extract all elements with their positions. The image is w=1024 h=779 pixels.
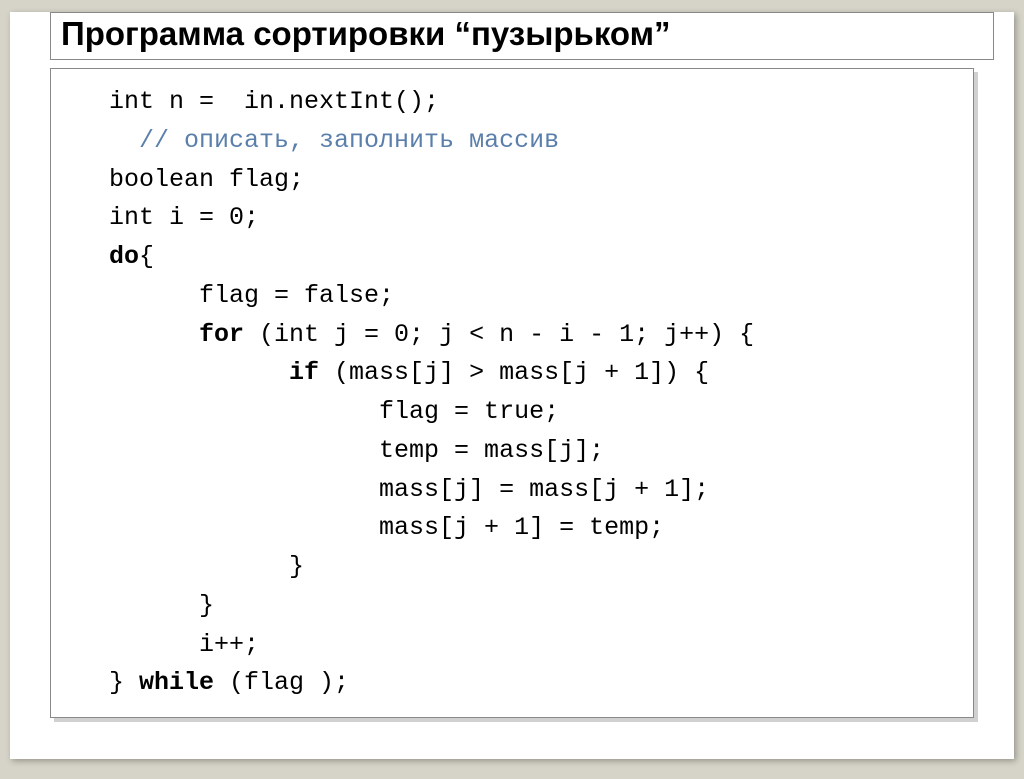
code-line-16a: } — [109, 668, 139, 697]
code-line-7a — [109, 320, 199, 349]
code-line-6: flag = false; — [109, 281, 394, 310]
code-line-13: } — [109, 552, 304, 581]
code-line-11: mass[j] = mass[j + 1]; — [109, 475, 709, 504]
code-block: int n = in.nextInt(); // описать, заполн… — [109, 83, 953, 703]
code-comment: // описать, заполнить массив — [139, 126, 559, 155]
keyword-if: if — [289, 358, 319, 387]
code-box: int n = in.nextInt(); // описать, заполн… — [50, 68, 974, 718]
code-line-7c: (int j = 0; j < n - i - 1; j++) { — [244, 320, 754, 349]
code-line-1: int n = in.nextInt(); — [109, 87, 439, 116]
code-line-16c: (flag ); — [214, 668, 349, 697]
code-line-9: flag = true; — [109, 397, 559, 426]
slide-title: Программа сортировки “пузырьком” — [61, 15, 983, 53]
keyword-do: do — [109, 242, 139, 271]
code-line-3: boolean flag; — [109, 165, 304, 194]
code-line-14: } — [109, 591, 214, 620]
code-line-15: i++; — [109, 630, 259, 659]
code-line-5b: { — [139, 242, 154, 271]
code-line-2-indent — [109, 126, 139, 155]
code-line-10: temp = mass[j]; — [109, 436, 604, 465]
code-line-8a — [109, 358, 289, 387]
code-line-4: int i = 0; — [109, 203, 259, 232]
code-line-8c: (mass[j] > mass[j + 1]) { — [319, 358, 709, 387]
slide: Программа сортировки “пузырьком” int n =… — [10, 12, 1014, 759]
code-line-12: mass[j + 1] = temp; — [109, 513, 664, 542]
title-box: Программа сортировки “пузырьком” — [50, 12, 994, 60]
keyword-for: for — [199, 320, 244, 349]
keyword-while: while — [139, 668, 214, 697]
